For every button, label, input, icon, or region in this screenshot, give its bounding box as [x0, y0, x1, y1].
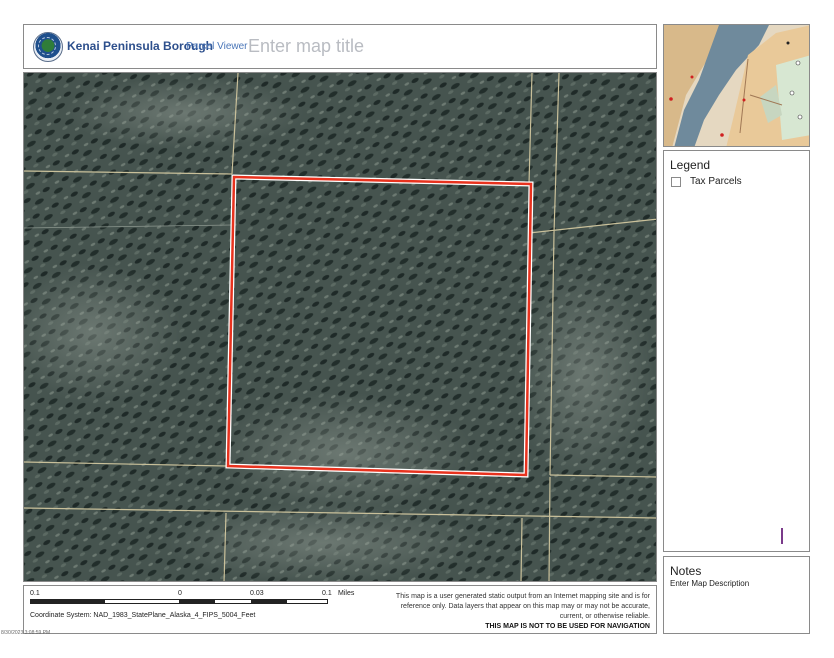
overview-locator-map-icon [664, 25, 809, 146]
scalebar-label-right: 0.1 [322, 590, 332, 597]
legend-title: Legend [670, 158, 711, 172]
map-canvas [24, 73, 656, 581]
scalebar-label-left: 0.1 [30, 590, 40, 597]
map-header: Kenai Peninsula Borough Parcel Viewer En… [23, 24, 657, 69]
coordinate-system: Coordinate System: NAD_1983_StatePlane_A… [30, 612, 256, 619]
map-footer: 0.1 0 0.03 0.1 Miles Coordinate System: … [23, 585, 657, 634]
legend-item-tax-parcels: Tax Parcels [690, 176, 742, 187]
print-date: 8/30/2023 3:08:59 PM [1, 630, 51, 636]
map-description-input[interactable]: Enter Map Description [670, 579, 749, 588]
scalebar-units: Miles [338, 590, 355, 597]
borough-logo-icon [33, 32, 63, 62]
scalebar-label-mid: 0.03 [250, 590, 264, 597]
notes-title: Notes [670, 564, 702, 578]
aerial-map[interactable] [23, 72, 657, 582]
notes-panel: Notes Enter Map Description [663, 556, 810, 634]
scalebar [30, 599, 328, 604]
disclaimer-text: This map is a user generated static outp… [395, 593, 650, 620]
map-title-input[interactable]: Enter map title [248, 36, 364, 57]
tax-parcels-checkbox[interactable] [671, 177, 681, 187]
overview-map[interactable] [663, 24, 810, 147]
scalebar-label-zero: 0 [178, 590, 182, 597]
navigation-warning: THIS MAP IS NOT TO BE USED FOR NAVIGATIO… [485, 623, 650, 630]
legend-panel: Legend Tax Parcels [663, 150, 810, 552]
north-arrow-icon [781, 528, 783, 544]
app-name: Parcel Viewer [186, 41, 248, 52]
disclaimer: This map is a user generated static outp… [388, 592, 650, 632]
